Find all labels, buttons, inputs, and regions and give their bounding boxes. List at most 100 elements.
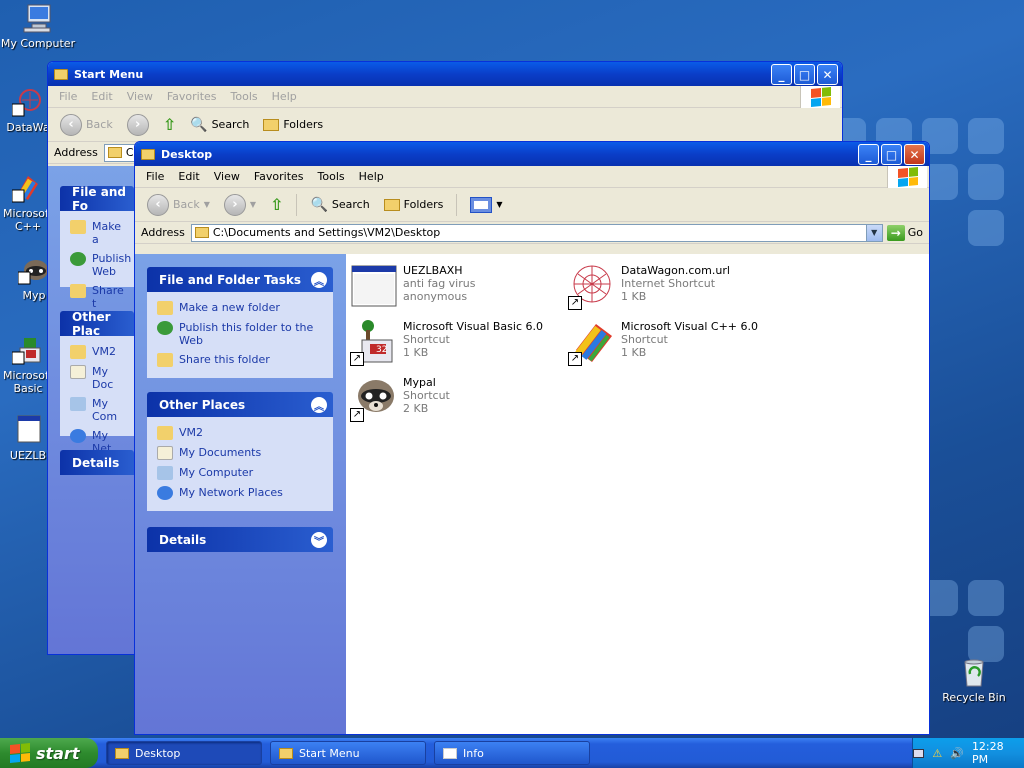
file-item[interactable]: ↗ Mypal Shortcut 2 KB xyxy=(350,374,560,422)
details-panel: Details ︾ xyxy=(147,527,333,552)
place-vm2[interactable]: VM2 xyxy=(157,423,323,443)
menu-view[interactable]: View xyxy=(207,170,247,183)
minimize-button[interactable]: _ xyxy=(858,144,879,165)
place-item[interactable]: My Doc xyxy=(70,362,124,394)
menu-favorites[interactable]: Favorites xyxy=(160,90,224,103)
file-type: Shortcut xyxy=(403,389,450,402)
menu-tools[interactable]: Tools xyxy=(224,90,265,103)
panel-header[interactable]: Details ︾ xyxy=(147,527,333,552)
maximize-button[interactable]: □ xyxy=(794,64,815,85)
desktop-window[interactable]: Desktop _ □ ✕ File Edit View Favorites T… xyxy=(134,141,930,735)
menu-help[interactable]: Help xyxy=(352,170,391,183)
task-publish-folder[interactable]: Publish this folder to the Web xyxy=(157,318,323,350)
task-item[interactable]: Publish Web xyxy=(70,249,131,281)
search-button[interactable]: 🔍 Search xyxy=(186,112,253,138)
place-item[interactable]: My Com xyxy=(70,394,124,426)
search-button[interactable]: 🔍 Search xyxy=(306,192,373,218)
file-name: Mypal xyxy=(403,376,436,389)
close-button[interactable]: ✕ xyxy=(904,144,925,165)
menu-view[interactable]: View xyxy=(120,90,160,103)
folders-button[interactable]: Folders xyxy=(380,192,448,218)
windows-logo-icon xyxy=(800,86,840,108)
file-item[interactable]: ↗ Microsoft Visual C++ 6.0 Shortcut 1 KB xyxy=(568,318,778,366)
start-button[interactable]: start xyxy=(0,738,98,768)
file-item[interactable]: UEZLBAXH anti fag virus anonymous xyxy=(350,262,560,310)
file-item[interactable]: ↗ DataWagon.com.url Internet Shortcut 1 … xyxy=(568,262,778,310)
keyboard-icon[interactable] xyxy=(913,748,925,758)
desktop-icon-my-computer[interactable]: My Computer xyxy=(0,2,76,50)
file-item[interactable]: 32 ↗ Microsoft Visual Basic 6.0 Shortcut… xyxy=(350,318,560,366)
address-input[interactable]: C:\Documents and Settings\VM2\Desktop ▼ xyxy=(190,223,883,242)
folder-icon xyxy=(141,148,155,160)
task-make-new-folder[interactable]: Make a new folder xyxy=(157,298,323,318)
file-name: DataWagon.com.url xyxy=(621,264,730,277)
taskbar-item-desktop[interactable]: Desktop xyxy=(106,741,262,765)
place-my-documents[interactable]: My Documents xyxy=(157,443,323,463)
collapse-chevron-icon[interactable]: ︽ xyxy=(311,272,327,288)
up-button[interactable]: ⇧ xyxy=(159,112,180,138)
menu-file[interactable]: File xyxy=(52,90,84,103)
forward-arrow-icon: › xyxy=(223,193,246,216)
minimize-button[interactable]: _ xyxy=(771,64,792,85)
go-button[interactable]: → Go xyxy=(883,224,929,241)
back-label: Back xyxy=(173,198,200,211)
panel-header[interactable]: File and Folder Tasks ︽ xyxy=(147,267,333,292)
visual-cpp-icon: ↗ xyxy=(568,318,616,366)
folder-icon xyxy=(107,147,122,158)
panel-title: Other Places xyxy=(159,397,246,412)
menu-edit[interactable]: Edit xyxy=(84,90,119,103)
forward-button[interactable]: › ▼ xyxy=(220,192,260,218)
chevron-down-icon: ▼ xyxy=(203,200,210,209)
address-label: Address xyxy=(54,146,98,159)
menu-favorites[interactable]: Favorites xyxy=(247,170,311,183)
file-list-view[interactable]: UEZLBAXH anti fag virus anonymous ↗ Data… xyxy=(346,254,929,734)
application-window-icon xyxy=(12,414,44,446)
menu-edit[interactable]: Edit xyxy=(171,170,206,183)
security-alert-icon[interactable]: ⚠ xyxy=(932,747,942,760)
clock[interactable]: 12:28 PM xyxy=(972,740,1012,766)
place-my-network-places[interactable]: My Network Places xyxy=(157,483,323,503)
maximize-button[interactable]: □ xyxy=(881,144,902,165)
menu-tools[interactable]: Tools xyxy=(311,170,352,183)
folder-icon xyxy=(279,747,293,759)
forward-button[interactable]: › xyxy=(123,112,153,138)
title-bar[interactable]: Desktop _ □ ✕ xyxy=(135,142,929,166)
up-folder-icon: ⇧ xyxy=(162,115,177,134)
search-label: Search xyxy=(211,118,250,131)
back-button[interactable]: ‹ Back xyxy=(56,112,117,138)
menu-help[interactable]: Help xyxy=(265,90,304,103)
views-icon xyxy=(470,196,493,213)
collapse-chevron-icon[interactable]: ︽ xyxy=(311,397,327,413)
place-my-computer[interactable]: My Computer xyxy=(157,463,323,483)
close-button[interactable]: ✕ xyxy=(817,64,838,85)
views-button[interactable]: ▼ xyxy=(466,192,506,218)
window-title: Desktop xyxy=(161,147,213,161)
back-button[interactable]: ‹ Back ▼ xyxy=(143,192,214,218)
panel-header[interactable]: Other Plac xyxy=(60,310,134,338)
file-size: 1 KB xyxy=(621,346,647,359)
taskbar-item-start-menu[interactable]: Start Menu xyxy=(270,741,426,765)
folders-button[interactable]: Folders xyxy=(259,112,327,138)
desktop-icon-recycle-bin[interactable]: Recycle Bin xyxy=(936,656,1012,704)
expand-chevron-icon[interactable]: ︾ xyxy=(311,532,327,548)
chevron-down-icon[interactable]: ▼ xyxy=(865,224,882,241)
up-button[interactable]: ⇧ xyxy=(266,192,287,218)
task-item[interactable]: Make a xyxy=(70,217,124,249)
globe-icon xyxy=(157,321,173,335)
up-folder-icon: ⇧ xyxy=(270,195,284,214)
menu-file[interactable]: File xyxy=(139,170,171,183)
volume-icon[interactable]: 🔊 xyxy=(950,747,964,760)
task-item[interactable]: Share t xyxy=(70,281,124,313)
panel-header[interactable]: Other Places ︽ xyxy=(147,392,333,417)
file-type: Internet Shortcut xyxy=(621,277,716,290)
taskbar-item-label: Info xyxy=(463,746,484,760)
panel-header[interactable]: File and Fo xyxy=(60,185,134,213)
desktop-icon-label: Recycle Bin xyxy=(942,691,1006,704)
panel-header[interactable]: Details xyxy=(60,450,134,475)
place-item[interactable]: VM2 xyxy=(70,342,124,362)
task-share-folder[interactable]: Share this folder xyxy=(157,350,323,370)
computer-icon xyxy=(70,397,86,411)
task-pane: File and Folder Tasks ︽ Make a new folder… xyxy=(135,254,346,734)
taskbar-item-info[interactable]: Info xyxy=(434,741,590,765)
title-bar[interactable]: Start Menu _ □ ✕ xyxy=(48,62,842,86)
